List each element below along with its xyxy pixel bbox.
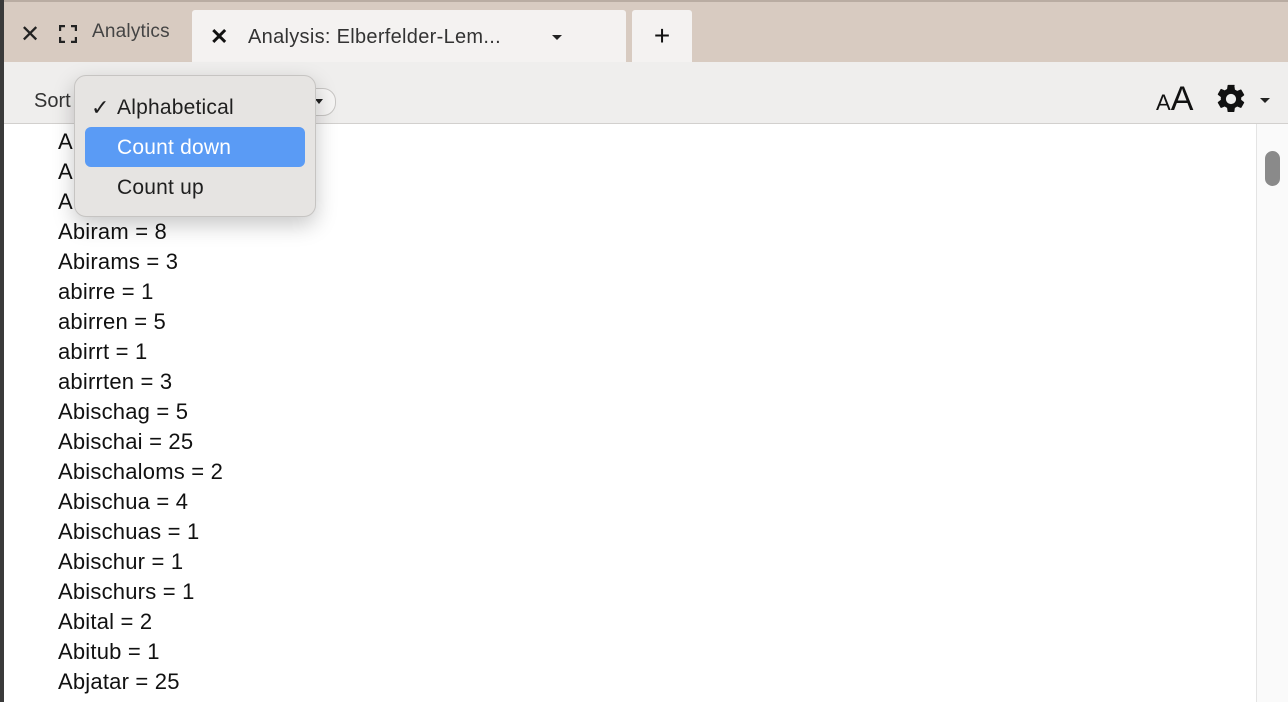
list-item: Abischaloms = 2: [58, 459, 224, 484]
list-item: Abischur = 1: [58, 549, 184, 574]
fullscreen-icon: [59, 25, 77, 43]
list-item: abirrten = 3: [58, 369, 173, 394]
list-item: abirre = 1: [58, 279, 154, 304]
list-item: Abiram = 8: [58, 219, 167, 244]
list-item: Abischua = 4: [58, 489, 189, 514]
gear-icon: [1217, 84, 1245, 113]
panel-title: Analytics: [92, 21, 170, 42]
menu-item-count-down[interactable]: Count down: [85, 127, 305, 167]
tab-close-icon[interactable]: ✕: [210, 24, 228, 50]
tab-analysis[interactable]: ✕ Analysis: Elberfelder-Lem...: [192, 10, 626, 62]
list-item: abirrt = 1: [58, 339, 148, 364]
fullscreen-button[interactable]: [54, 20, 82, 48]
sort-label: Sort: [34, 90, 71, 112]
window-edge: [0, 0, 4, 702]
menu-item-alphabetical[interactable]: ✓ Alphabetical: [85, 87, 305, 127]
list-item: Abischai = 25: [58, 429, 194, 454]
vertical-scrollbar[interactable]: [1256, 124, 1288, 702]
settings-button[interactable]: [1214, 82, 1274, 116]
font-size-icon-large: A: [1170, 80, 1194, 118]
close-icon: ✕: [19, 20, 41, 48]
tab-bar: ✕ Analytics ✕ Analysis: Elberfelder-Lem.…: [4, 0, 1288, 62]
list-item: Abjatar = 25: [58, 669, 180, 694]
sort-dropdown-menu: ✓ Alphabetical Count down Count up: [74, 75, 316, 217]
list-item: Abischuas = 1: [58, 519, 200, 544]
scrollbar-thumb[interactable]: [1265, 151, 1280, 186]
checkmark-icon: ✓: [91, 95, 110, 120]
menu-item-label: Alphabetical: [117, 96, 234, 119]
menu-item-label: Count up: [117, 176, 204, 199]
menu-item-count-up[interactable]: Count up: [85, 167, 305, 207]
list-item: abirren = 5: [58, 309, 166, 334]
chevron-down-icon: [1260, 98, 1270, 103]
list-item: Abitub = 1: [58, 639, 160, 664]
list-item: Abirams = 3: [58, 249, 179, 274]
top-border: [0, 0, 1288, 2]
tab-title: Analysis: Elberfelder-Lem...: [248, 26, 501, 48]
add-tab-button[interactable]: +: [632, 10, 692, 62]
font-size-icon-small: A: [1156, 90, 1171, 115]
list-item: Abital = 2: [58, 609, 153, 634]
chevron-down-icon: [315, 99, 323, 104]
close-panel-button[interactable]: ✕: [16, 20, 44, 48]
list-item: Abischag = 5: [58, 399, 189, 424]
menu-item-label: Count down: [117, 136, 232, 159]
font-size-button[interactable]: AA: [1156, 80, 1194, 118]
list-item: Abischurs = 1: [58, 579, 195, 604]
plus-icon: +: [653, 20, 671, 51]
chevron-down-icon[interactable]: [552, 35, 562, 40]
